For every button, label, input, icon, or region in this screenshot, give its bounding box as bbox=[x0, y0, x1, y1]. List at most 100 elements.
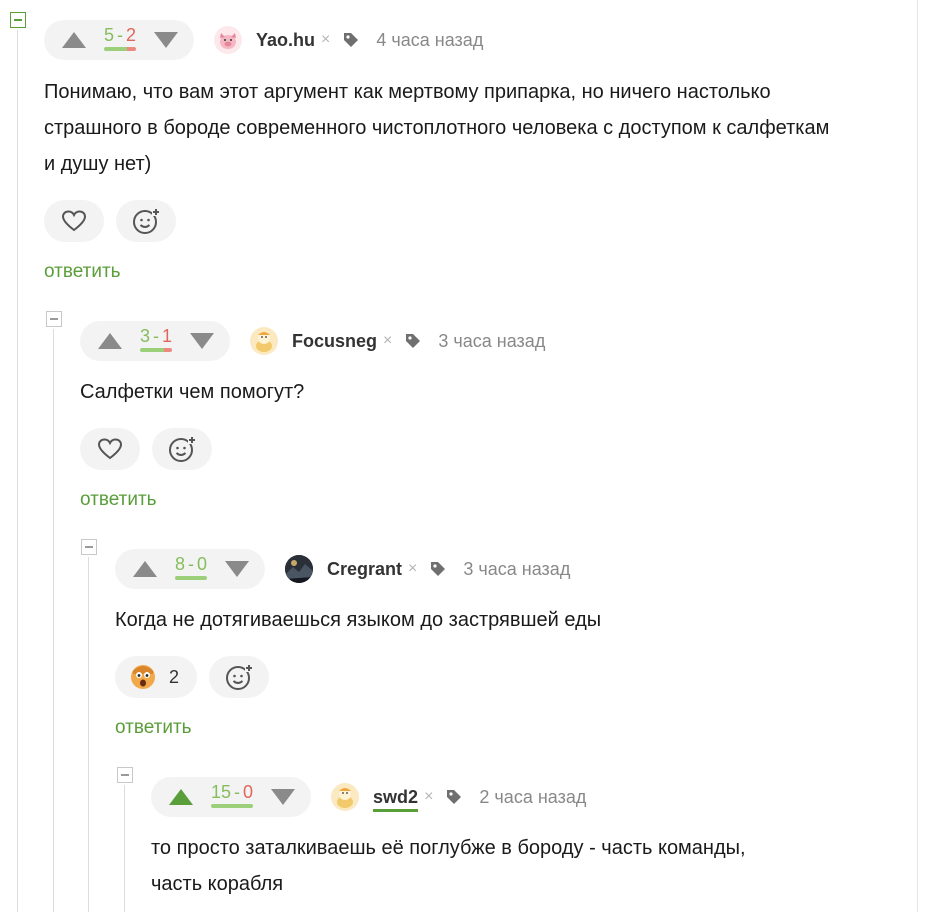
heart-icon bbox=[61, 210, 87, 232]
comment-text: Понимаю, что вам этот аргумент как мертв… bbox=[44, 81, 830, 175]
arrow-up-icon bbox=[169, 789, 193, 805]
rating-separator: - bbox=[117, 25, 124, 45]
shocked-face-icon bbox=[131, 665, 155, 689]
emoji-plus-icon bbox=[169, 436, 196, 462]
tag-icon[interactable] bbox=[342, 31, 360, 49]
comment-header: 3-1 Focusneg × 3 часа назад bbox=[80, 321, 545, 361]
vote-box: 3-1 bbox=[80, 321, 231, 361]
comment-actions bbox=[44, 200, 176, 242]
arrow-up-icon bbox=[98, 333, 122, 349]
comment-actions: 2 bbox=[115, 656, 270, 698]
downvote-button[interactable] bbox=[188, 331, 216, 351]
rating-score: 8-0 bbox=[175, 554, 208, 580]
upvote-button[interactable] bbox=[131, 559, 159, 579]
vote-box: 15-0 bbox=[151, 777, 312, 817]
rating-separator: - bbox=[188, 554, 195, 574]
comment-time[interactable]: 3 часа назад bbox=[438, 331, 545, 352]
rating-bar bbox=[140, 348, 173, 352]
heart-icon bbox=[97, 438, 123, 460]
photo-avatar-icon bbox=[285, 555, 314, 583]
vote-box: 5-2 bbox=[44, 20, 195, 60]
comment: 5-2 Yao.hu × 4 часа назад bbox=[44, 20, 483, 60]
upvote-button[interactable] bbox=[96, 331, 124, 351]
pig-avatar-icon bbox=[220, 33, 237, 49]
thread-line-4 bbox=[124, 785, 125, 912]
arrow-up-icon bbox=[133, 561, 157, 577]
rating-separator: - bbox=[153, 326, 160, 346]
avatar[interactable] bbox=[285, 555, 314, 583]
close-icon[interactable]: × bbox=[383, 332, 392, 350]
avatar[interactable] bbox=[250, 327, 279, 355]
comment: 15-0 swd2 × 2 часа назад bbox=[151, 777, 586, 817]
tag-icon[interactable] bbox=[445, 788, 463, 806]
comment-header: 8-0 Cregrant × 3 часа назад bbox=[115, 549, 570, 589]
comment: 8-0 Cregrant × 3 часа назад bbox=[115, 549, 570, 589]
close-icon[interactable]: × bbox=[321, 31, 330, 49]
reply-link[interactable]: ответить bbox=[115, 717, 192, 739]
arrow-down-icon bbox=[225, 561, 250, 577]
upvote-button[interactable] bbox=[60, 30, 88, 50]
reply-link[interactable]: ответить bbox=[44, 261, 121, 283]
author-name[interactable]: swd2 bbox=[373, 787, 419, 812]
rating-minus: 0 bbox=[197, 554, 208, 574]
rating-bar bbox=[175, 576, 208, 580]
reaction-button[interactable]: 2 bbox=[115, 656, 198, 698]
downvote-button[interactable] bbox=[269, 787, 297, 807]
add-reaction-button[interactable] bbox=[116, 200, 176, 242]
collapse-thread-button-1[interactable] bbox=[10, 12, 26, 28]
reaction-count: 2 bbox=[169, 666, 180, 687]
comment: 3-1 Focusneg × 3 часа назад bbox=[80, 321, 545, 361]
comment-actions bbox=[80, 428, 212, 470]
thread-line-2 bbox=[53, 329, 54, 912]
thread-line-3 bbox=[88, 557, 89, 912]
tag-icon[interactable] bbox=[404, 332, 422, 350]
comment-header: 5-2 Yao.hu × 4 часа назад bbox=[44, 20, 483, 60]
close-icon[interactable]: × bbox=[408, 560, 417, 578]
arrow-up-icon bbox=[62, 32, 86, 48]
rating-score: 3-1 bbox=[140, 326, 172, 352]
emoji-plus-icon bbox=[133, 208, 160, 234]
close-icon[interactable]: × bbox=[424, 788, 433, 806]
downvote-button[interactable] bbox=[223, 559, 251, 579]
rating-score: 15-0 bbox=[211, 782, 254, 808]
author-name[interactable]: Yao.hu bbox=[256, 30, 315, 51]
add-reaction-button[interactable] bbox=[209, 656, 270, 698]
comment-text-line: то просто заталкиваешь её поглубже в бор… bbox=[151, 837, 746, 859]
collapse-thread-button-3[interactable] bbox=[81, 539, 97, 555]
reply-link[interactable]: ответить bbox=[80, 489, 157, 511]
like-button[interactable] bbox=[80, 428, 140, 470]
rating-separator: - bbox=[234, 782, 241, 802]
avatar[interactable] bbox=[214, 26, 243, 54]
scrollbar-track[interactable] bbox=[917, 0, 918, 912]
like-button[interactable] bbox=[44, 200, 104, 242]
rating-minus: 1 bbox=[162, 326, 173, 346]
author-name[interactable]: Focusneg bbox=[292, 331, 377, 352]
comment-text: Салфетки чем помогут? bbox=[80, 381, 305, 403]
arrow-down-icon bbox=[190, 333, 215, 349]
rating-minus: 0 bbox=[243, 782, 254, 802]
emoji-plus-icon bbox=[226, 664, 254, 690]
add-reaction-button[interactable] bbox=[152, 428, 212, 470]
upvote-button[interactable] bbox=[167, 787, 195, 807]
rating-bar bbox=[211, 804, 254, 808]
tag-icon[interactable] bbox=[429, 560, 447, 578]
rating-bar bbox=[104, 47, 137, 51]
comment-time[interactable]: 3 часа назад bbox=[463, 559, 570, 580]
comment-header: 15-0 swd2 × 2 часа назад bbox=[151, 777, 586, 817]
comment-text: то просто заталкиваешь её поглубже в бор… bbox=[151, 830, 746, 902]
author-name[interactable]: Cregrant bbox=[327, 559, 402, 580]
comment-text-line: часть корабля bbox=[151, 873, 284, 895]
avatar[interactable] bbox=[331, 783, 360, 811]
comment-time[interactable]: 4 часа назад bbox=[376, 30, 483, 51]
comment-text: Когда не дотягиваешься языком до застряв… bbox=[115, 609, 602, 631]
snowman-avatar-icon bbox=[337, 788, 354, 808]
thread-line-1 bbox=[17, 30, 18, 912]
arrow-down-icon bbox=[154, 32, 179, 48]
comment-time[interactable]: 2 часа назад bbox=[479, 787, 586, 808]
arrow-down-icon bbox=[271, 789, 296, 805]
rating-plus: 3 bbox=[140, 326, 151, 346]
collapse-thread-button-4[interactable] bbox=[117, 767, 133, 783]
downvote-button[interactable] bbox=[152, 30, 180, 50]
collapse-thread-button-2[interactable] bbox=[46, 311, 62, 327]
rating-plus: 8 bbox=[175, 554, 186, 574]
